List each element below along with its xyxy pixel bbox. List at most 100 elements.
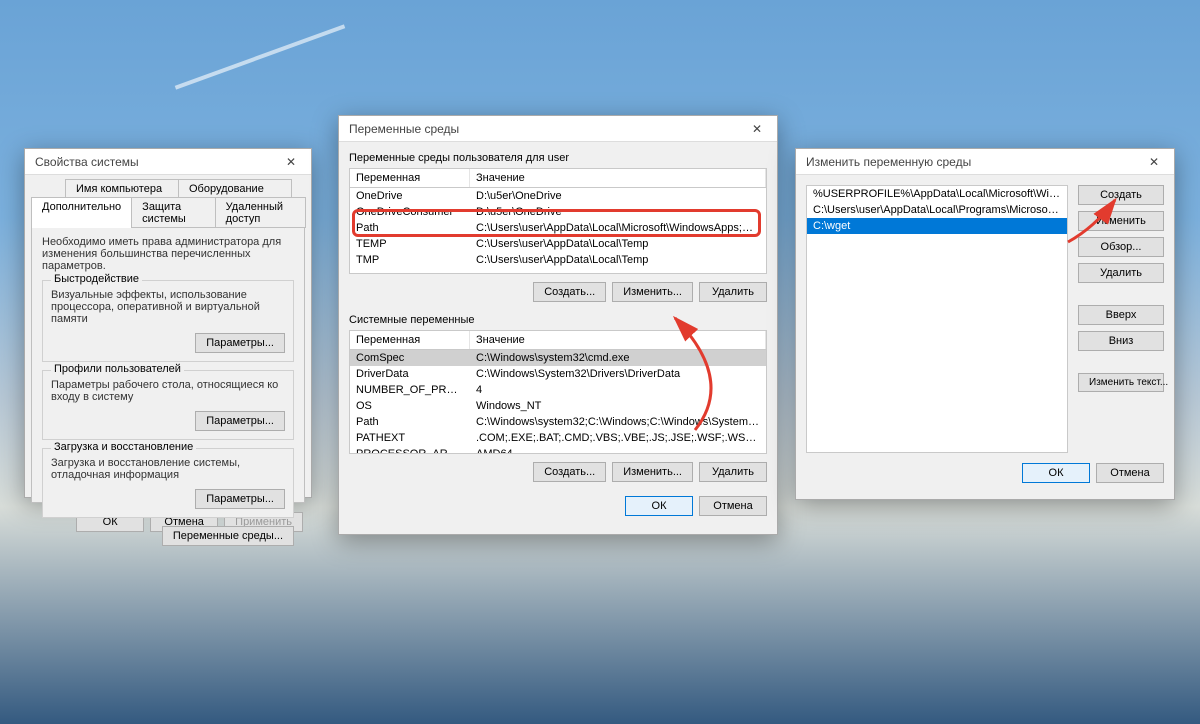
var-value: D:\u5er\OneDrive — [470, 205, 766, 219]
col-val: Значение — [470, 331, 766, 349]
table-row[interactable]: OSWindows_NT — [350, 398, 766, 414]
group-performance: Быстродействие Визуальные эффекты, испол… — [42, 280, 294, 362]
table-row[interactable]: ComSpecC:\Windows\system32\cmd.exe — [350, 350, 766, 366]
admin-note: Необходимо иметь права администратора дл… — [42, 236, 294, 272]
list-item[interactable]: C:\Users\user\AppData\Local\Programs\Mic… — [807, 202, 1067, 218]
delete-button[interactable]: Удалить — [1078, 263, 1164, 283]
list-item[interactable]: %USERPROFILE%\AppData\Local\Microsoft\Wi… — [807, 186, 1067, 202]
dialog-system-properties: Свойства системы ✕ Имя компьютера Оборуд… — [24, 148, 312, 498]
tab-remote[interactable]: Удаленный доступ — [215, 197, 306, 228]
var-name: TEMP — [350, 237, 470, 251]
tab-system-protection[interactable]: Защита системы — [131, 197, 215, 228]
var-name: PROCESSOR_ARCHITECTURE — [350, 447, 470, 454]
var-value: C:\Windows\system32\cmd.exe — [470, 351, 766, 365]
tabs-row-2: Дополнительно Защита системы Удаленный д… — [31, 197, 305, 228]
list-item[interactable]: C:\wget — [807, 218, 1067, 234]
var-value: Windows_NT — [470, 399, 766, 413]
new-button[interactable]: Создать — [1078, 185, 1164, 205]
var-value: .COM;.EXE;.BAT;.CMD;.VBS;.VBE;.JS;.JSE;.… — [470, 431, 766, 445]
table-row[interactable]: PathC:\Users\user\AppData\Local\Microsof… — [350, 220, 766, 236]
var-value: C:\Users\user\AppData\Local\Microsoft\Wi… — [470, 221, 766, 235]
tab-computer-name[interactable]: Имя компьютера — [65, 179, 179, 198]
var-name: Path — [350, 415, 470, 429]
cancel-button[interactable]: Отмена — [699, 496, 767, 516]
group-desc: Визуальные эффекты, использование процес… — [51, 289, 285, 325]
browse-button[interactable]: Обзор... — [1078, 237, 1164, 257]
var-value: C:\Windows\System32\Drivers\DriverData — [470, 367, 766, 381]
var-name: OneDrive — [350, 189, 470, 203]
startup-recovery-settings-button[interactable]: Параметры... — [195, 489, 285, 509]
ok-button[interactable]: ОК — [1022, 463, 1090, 483]
var-name: Path — [350, 221, 470, 235]
dialog-content: Переменные среды пользователя для user П… — [339, 142, 777, 526]
table-row[interactable]: OneDriveConsumerD:\u5er\OneDrive — [350, 204, 766, 220]
user-edit-button[interactable]: Изменить... — [612, 282, 693, 302]
table-row[interactable]: OneDriveD:\u5er\OneDrive — [350, 188, 766, 204]
sky-trail — [175, 24, 346, 89]
user-delete-button[interactable]: Удалить — [699, 282, 767, 302]
ok-button[interactable]: ОК — [625, 496, 693, 516]
move-down-button[interactable]: Вниз — [1078, 331, 1164, 351]
tabs-row-1: Имя компьютера Оборудование — [65, 179, 305, 198]
close-icon[interactable]: ✕ — [743, 119, 771, 139]
var-value: 4 — [470, 383, 766, 397]
table-row[interactable]: PATHEXT.COM;.EXE;.BAT;.CMD;.VBS;.VBE;.JS… — [350, 430, 766, 446]
var-name: ComSpec — [350, 351, 470, 365]
sys-edit-button[interactable]: Изменить... — [612, 462, 693, 482]
tab-hardware[interactable]: Оборудование — [178, 179, 292, 198]
group-legend: Профили пользователей — [51, 363, 184, 375]
side-buttons: Создать Изменить Обзор... Удалить Вверх … — [1078, 185, 1164, 453]
close-icon[interactable]: ✕ — [277, 152, 305, 172]
dialog-content: %USERPROFILE%\AppData\Local\Microsoft\Wi… — [796, 175, 1174, 463]
cancel-button[interactable]: Отмена — [1096, 463, 1164, 483]
tab-panel-advanced: Необходимо иметь права администратора дл… — [31, 227, 305, 503]
table-row[interactable]: DriverDataC:\Windows\System32\Drivers\Dr… — [350, 366, 766, 382]
user-profiles-settings-button[interactable]: Параметры... — [195, 411, 285, 431]
var-name: NUMBER_OF_PROCESSORS — [350, 383, 470, 397]
titlebar[interactable]: Изменить переменную среды ✕ — [796, 149, 1174, 175]
user-vars-header: Переменная Значение — [349, 168, 767, 188]
sys-new-button[interactable]: Создать... — [533, 462, 606, 482]
user-vars-list[interactable]: OneDriveD:\u5er\OneDriveOneDriveConsumer… — [349, 188, 767, 274]
var-name: OS — [350, 399, 470, 413]
table-row[interactable]: TMPC:\Users\user\AppData\Local\Temp — [350, 252, 766, 268]
titlebar[interactable]: Переменные среды ✕ — [339, 116, 777, 142]
group-startup-recovery: Загрузка и восстановление Загрузка и вос… — [42, 448, 294, 518]
sys-delete-button[interactable]: Удалить — [699, 462, 767, 482]
window-title: Изменить переменную среды — [806, 155, 1140, 169]
environment-variables-button[interactable]: Переменные среды... — [162, 526, 294, 546]
var-value: C:\Users\user\AppData\Local\Temp — [470, 253, 766, 267]
edit-button[interactable]: Изменить — [1078, 211, 1164, 231]
tab-advanced[interactable]: Дополнительно — [31, 197, 132, 228]
table-row[interactable]: TEMPC:\Users\user\AppData\Local\Temp — [350, 236, 766, 252]
var-value: AMD64 — [470, 447, 766, 454]
user-vars-label: Переменные среды пользователя для user — [349, 152, 767, 164]
var-value: C:\Windows\system32;C:\Windows;C:\Window… — [470, 415, 766, 429]
performance-settings-button[interactable]: Параметры... — [195, 333, 285, 353]
table-row[interactable]: PROCESSOR_ARCHITECTUREAMD64 — [350, 446, 766, 454]
col-var: Переменная — [350, 169, 470, 187]
group-desc: Загрузка и восстановление системы, отлад… — [51, 457, 285, 481]
path-list[interactable]: %USERPROFILE%\AppData\Local\Microsoft\Wi… — [806, 185, 1068, 453]
window-title: Свойства системы — [35, 155, 277, 169]
titlebar[interactable]: Свойства системы ✕ — [25, 149, 311, 175]
var-value: D:\u5er\OneDrive — [470, 189, 766, 203]
group-legend: Быстродействие — [51, 273, 142, 285]
user-new-button[interactable]: Создать... — [533, 282, 606, 302]
dialog-buttons: ОК Отмена — [796, 463, 1174, 493]
edit-text-button[interactable]: Изменить текст... — [1078, 373, 1164, 392]
var-name: DriverData — [350, 367, 470, 381]
var-name: OneDriveConsumer — [350, 205, 470, 219]
table-row[interactable]: PathC:\Windows\system32;C:\Windows;C:\Wi… — [350, 414, 766, 430]
table-row[interactable]: NUMBER_OF_PROCESSORS4 — [350, 382, 766, 398]
group-user-profiles: Профили пользователей Параметры рабочего… — [42, 370, 294, 440]
system-vars-list[interactable]: ComSpecC:\Windows\system32\cmd.exeDriver… — [349, 350, 767, 454]
group-legend: Загрузка и восстановление — [51, 441, 196, 453]
var-name: TMP — [350, 253, 470, 267]
var-value: C:\Users\user\AppData\Local\Temp — [470, 237, 766, 251]
system-vars-label: Системные переменные — [349, 314, 767, 326]
system-vars-header: Переменная Значение — [349, 330, 767, 350]
move-up-button[interactable]: Вверх — [1078, 305, 1164, 325]
close-icon[interactable]: ✕ — [1140, 152, 1168, 172]
dialog-edit-env-variable: Изменить переменную среды ✕ %USERPROFILE… — [795, 148, 1175, 500]
